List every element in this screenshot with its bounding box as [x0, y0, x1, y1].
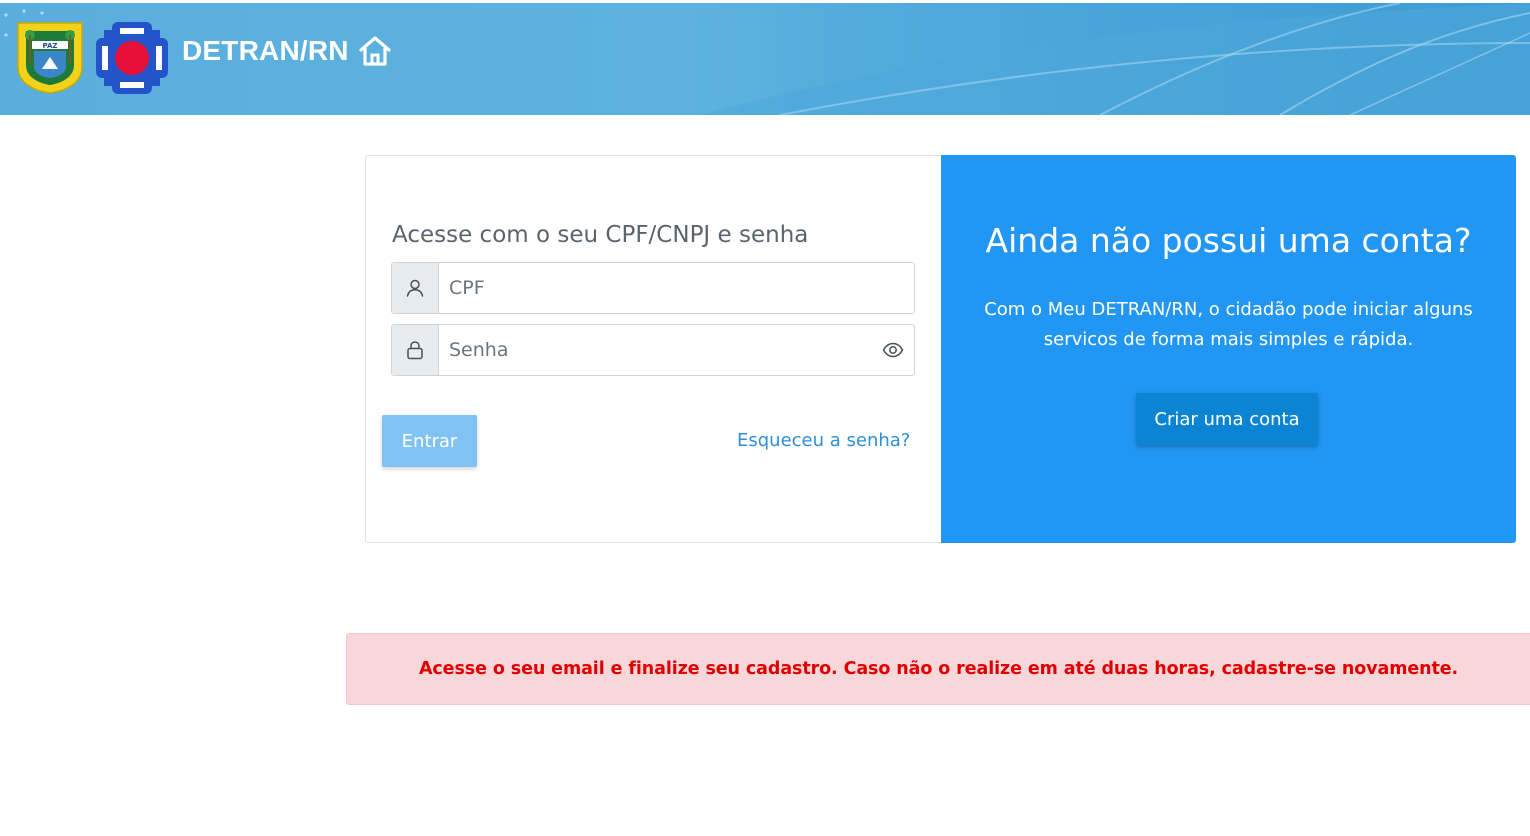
brand: DETRAN/RN [182, 33, 393, 69]
detran-logo-icon [96, 22, 168, 94]
password-input-group [391, 324, 915, 376]
login-heading: Acesse com o seu CPF/CNPJ e senha [392, 222, 809, 248]
user-icon [392, 263, 439, 313]
lock-icon [392, 325, 439, 375]
signup-description: Com o Meu DETRAN/RN, o cidadão pode inic… [984, 299, 1473, 350]
show-password-eye-icon[interactable] [872, 325, 914, 375]
alert-message: Acesse o seu email e finalize seu cadast… [418, 659, 1459, 679]
home-icon[interactable] [357, 33, 393, 69]
brand-title: DETRAN/RN [182, 35, 349, 66]
login-card: Acesse com o seu CPF/CNPJ e senha CPF En… [365, 155, 1516, 543]
cpf-input-group [391, 262, 915, 314]
svg-text:PAZ: PAZ [43, 42, 58, 50]
login-form: Acesse com o seu CPF/CNPJ e senha CPF En… [366, 156, 941, 542]
site-header: PAZ DETRAN/RN [0, 3, 1530, 115]
signup-heading: Ainda não possui uma conta? [985, 221, 1472, 260]
login-button[interactable]: Entrar [382, 415, 477, 467]
registration-alert: Acesse o seu email e finalize seu cadast… [346, 633, 1530, 705]
cpf-input[interactable] [439, 263, 914, 313]
rn-coat-of-arms-icon: PAZ [17, 22, 83, 94]
password-input[interactable] [439, 325, 872, 375]
forgot-password-link[interactable]: Esqueceu a senha? [737, 430, 910, 451]
signup-panel: Ainda não possui uma conta? Com o Meu DE… [941, 155, 1516, 543]
create-account-button[interactable]: Criar uma conta [1136, 393, 1318, 445]
